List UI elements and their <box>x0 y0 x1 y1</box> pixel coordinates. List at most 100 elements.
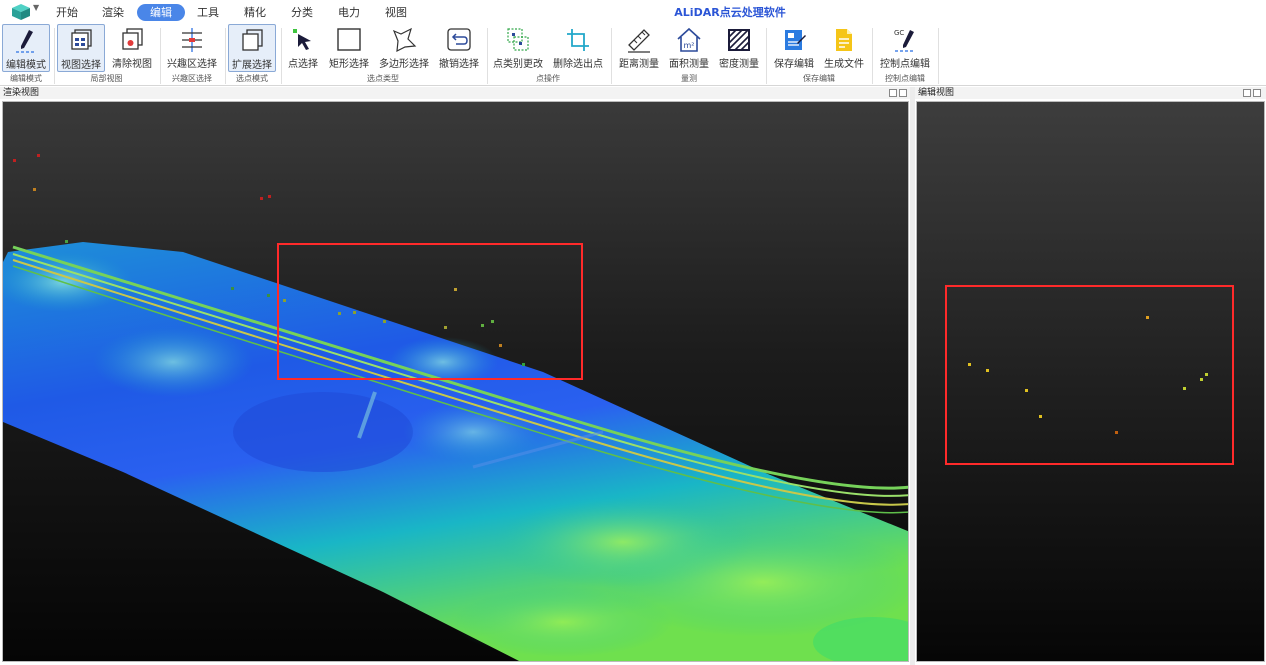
view-select-label: 视图选择 <box>61 60 101 71</box>
save-edit-button[interactable]: 保存编辑 <box>771 24 817 72</box>
save-edit-icon <box>785 30 806 50</box>
control-point-edit-button[interactable]: GC 控制点编辑 <box>876 24 934 72</box>
cursor-icon <box>293 29 311 50</box>
app-logo-icon[interactable] <box>12 4 30 20</box>
rectangle-icon <box>337 28 361 51</box>
edit-view-header: 编辑视图 <box>915 87 1266 99</box>
crop-icon <box>567 29 589 51</box>
app-window: ▼ 开始 渲染 编辑 工具 精化 分类 电力 视图 ALiDAR点云处理软件 编… <box>0 0 1266 665</box>
pencil-icon <box>16 30 36 53</box>
point-select-button[interactable]: 点选择 <box>284 24 322 72</box>
ribbon-separator <box>611 28 612 84</box>
expand-select-label: 扩展选择 <box>232 60 272 71</box>
file-icon <box>836 29 852 51</box>
view-select-button[interactable]: 视图选择 <box>57 24 105 72</box>
ribbon-separator <box>160 28 161 84</box>
ribbon-separator <box>487 28 488 84</box>
tab-refine[interactable]: 精化 <box>240 4 270 21</box>
close-panel-icon[interactable] <box>899 89 907 97</box>
tab-start[interactable]: 开始 <box>52 4 82 21</box>
ribbon-separator <box>766 28 767 84</box>
edit-mode-button[interactable]: 编辑模式 <box>2 24 50 72</box>
render-view-header: 渲染视图 <box>0 87 910 99</box>
edit-mode-label: 编辑模式 <box>6 60 46 71</box>
change-class-button[interactable]: 点类别更改 <box>490 24 546 72</box>
roi-icon <box>182 28 202 52</box>
tab-tools[interactable]: 工具 <box>193 4 223 21</box>
change-class-label: 点类别更改 <box>493 59 543 70</box>
roi-select-label: 兴趣区选择 <box>167 59 217 70</box>
ruler-icon <box>628 29 650 53</box>
ribbon-separator <box>872 28 873 84</box>
point-select-label: 点选择 <box>288 59 318 70</box>
selection-rectangle[interactable] <box>945 285 1234 465</box>
density-measure-label: 密度测量 <box>719 59 759 70</box>
close-panel-icon[interactable] <box>1253 89 1261 97</box>
area-measure-button[interactable]: m² 面积测量 <box>666 24 712 72</box>
polygon-select-button[interactable]: 多边形选择 <box>376 24 432 72</box>
clear-view-label: 清除视图 <box>112 59 152 70</box>
undo-icon <box>447 28 471 51</box>
delete-selected-label: 删除选出点 <box>553 59 603 70</box>
selected-point <box>1183 387 1186 390</box>
panel-splitter[interactable] <box>910 87 915 665</box>
expand-window-icon <box>242 29 263 51</box>
undo-select-label: 撤销选择 <box>439 59 479 70</box>
house-area-icon: m² <box>677 27 701 52</box>
tab-power[interactable]: 电力 <box>334 4 364 21</box>
gc-text: GC <box>894 29 904 37</box>
gc-pencil-icon: GC <box>894 29 915 52</box>
polygon-icon <box>392 27 417 53</box>
rect-select-button[interactable]: 矩形选择 <box>326 24 372 72</box>
ribbon-separator <box>281 28 282 84</box>
group-label-save-edit: 保存编辑 <box>803 74 835 83</box>
class-change-icon <box>507 28 529 51</box>
selected-point <box>986 369 989 372</box>
ribbon-separator <box>54 28 55 84</box>
group-label-control-point-edit: 控制点编辑 <box>885 74 925 83</box>
selected-point <box>1025 389 1028 392</box>
group-label-measure: 量测 <box>681 74 697 83</box>
tab-view[interactable]: 视图 <box>381 4 411 21</box>
delete-selected-button[interactable]: 删除选出点 <box>550 24 606 72</box>
selected-point <box>1200 378 1203 381</box>
edit-view-title: 编辑视图 <box>918 88 955 98</box>
distance-measure-button[interactable]: 距离测量 <box>616 24 662 72</box>
float-panel-icon[interactable] <box>889 89 897 97</box>
ribbon-toolbar: 编辑模式 编辑模式 视图选择 清除视图 局部视图 兴趣区选择 兴趣区选择 扩展选… <box>0 24 1266 86</box>
group-label-local-view: 局部视图 <box>90 74 123 83</box>
generate-file-button[interactable]: 生成文件 <box>821 24 867 72</box>
edit-point-render <box>945 285 1234 465</box>
menu-bar: ▼ 开始 渲染 编辑 工具 精化 分类 电力 视图 ALiDAR点云处理软件 <box>0 0 1266 24</box>
area-measure-label: 面积测量 <box>669 59 709 70</box>
group-label-roi-select: 兴趣区选择 <box>172 74 212 83</box>
tab-classify[interactable]: 分类 <box>287 4 317 21</box>
ribbon-separator <box>225 28 226 84</box>
grid-window-icon <box>71 29 92 50</box>
ribbon-separator <box>938 28 939 84</box>
control-point-edit-label: 控制点编辑 <box>880 59 930 70</box>
roi-select-button[interactable]: 兴趣区选择 <box>163 24 221 72</box>
edit-view-canvas[interactable] <box>916 101 1265 662</box>
render-view-canvas[interactable] <box>2 101 909 662</box>
app-title: ALiDAR点云处理软件 <box>674 6 786 19</box>
render-view-title: 渲染视图 <box>3 88 40 98</box>
rect-select-label: 矩形选择 <box>329 59 369 70</box>
distance-measure-label: 距离测量 <box>619 59 659 70</box>
group-label-select-mode: 选点模式 <box>236 74 268 83</box>
expand-select-button[interactable]: 扩展选择 <box>228 24 276 72</box>
generate-file-label: 生成文件 <box>824 59 864 70</box>
selected-point <box>1205 373 1208 376</box>
group-label-select-type: 选点类型 <box>367 74 399 83</box>
float-panel-icon[interactable] <box>1243 89 1251 97</box>
tab-edit[interactable]: 编辑 <box>137 4 185 21</box>
density-hatch-icon <box>728 29 750 51</box>
tab-render[interactable]: 渲染 <box>98 4 128 21</box>
density-measure-button[interactable]: 密度测量 <box>716 24 762 72</box>
save-edit-label: 保存编辑 <box>774 59 814 70</box>
selected-point <box>1115 431 1118 434</box>
app-menu-caret-icon[interactable]: ▼ <box>33 3 39 12</box>
undo-select-button[interactable]: 撤销选择 <box>436 24 482 72</box>
clear-view-button[interactable]: 清除视图 <box>108 24 156 72</box>
selected-point <box>1039 415 1042 418</box>
